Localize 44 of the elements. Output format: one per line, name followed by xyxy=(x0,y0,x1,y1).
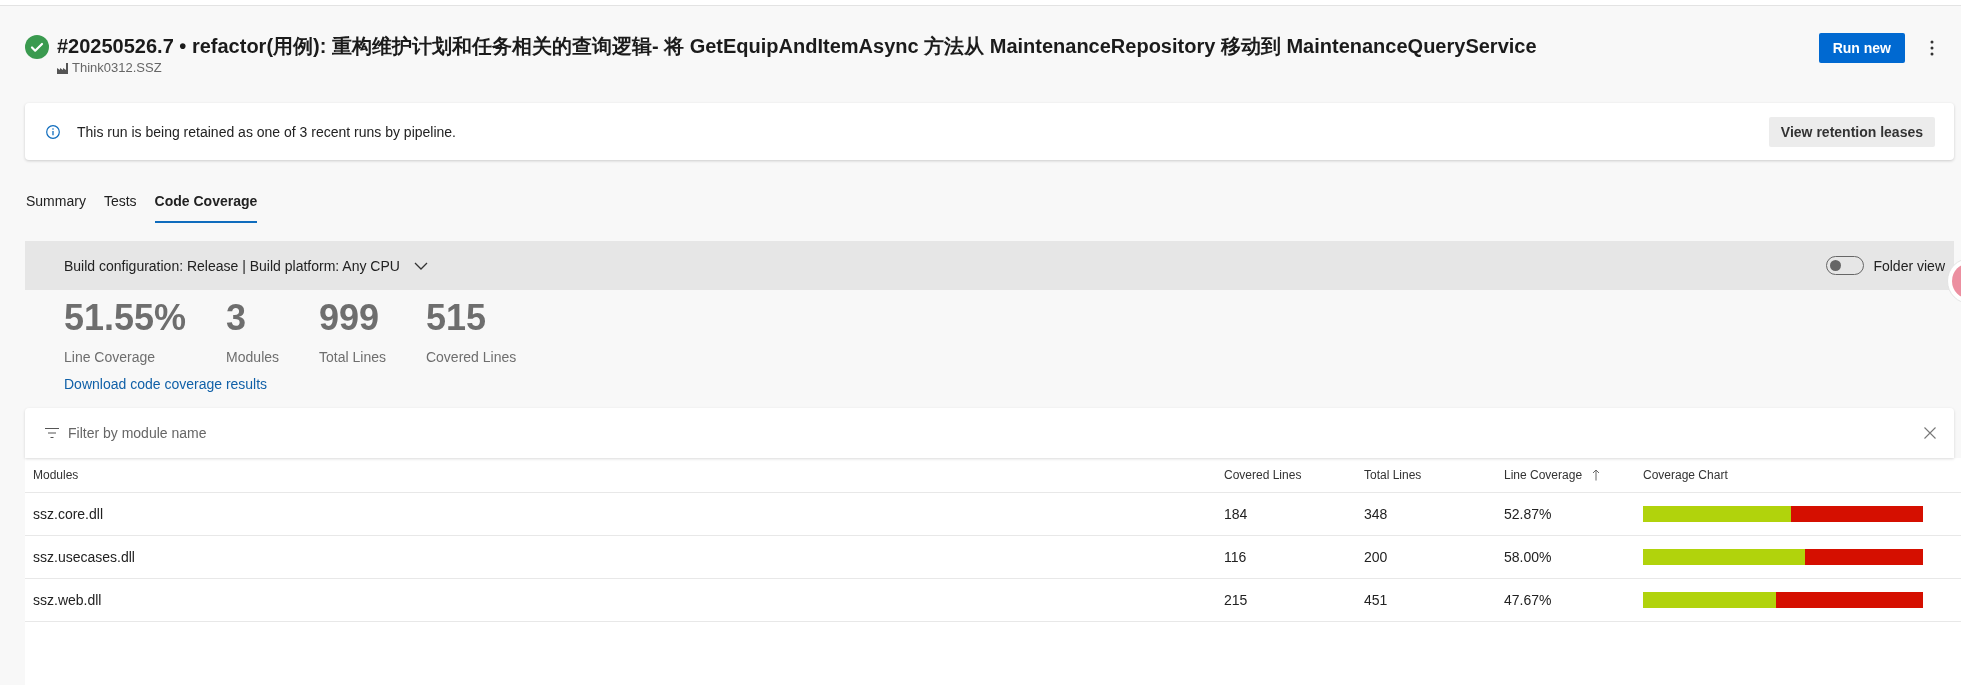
tab[interactable]: Summary xyxy=(26,191,86,223)
run-new-button[interactable]: Run new xyxy=(1818,33,1905,63)
covered-lines-value: 215 xyxy=(1224,592,1248,608)
column-header[interactable]: Modules xyxy=(33,468,79,482)
module-name: ssz.web.dll xyxy=(33,592,102,608)
filter-field[interactable]: Filter by module name xyxy=(25,408,1954,458)
total-lines-value: 451 xyxy=(1364,592,1388,608)
close-icon[interactable] xyxy=(1924,427,1936,439)
stat-label: Modules xyxy=(226,348,280,366)
tab[interactable]: Tests xyxy=(103,191,137,223)
stat-label: Covered Lines xyxy=(425,348,517,366)
stat-label: Total Lines xyxy=(319,348,386,366)
pipeline-name[interactable]: Think0312.SSZ xyxy=(72,60,162,76)
stat-value: 51.55% xyxy=(64,298,187,338)
folder-view-label: Folder view xyxy=(1873,257,1945,274)
total-lines-value: 200 xyxy=(1364,549,1388,565)
module-name: ssz.usecases.dll xyxy=(33,549,135,565)
filter-input[interactable]: Filter by module name xyxy=(68,423,1912,443)
filter-icon xyxy=(45,428,59,438)
stat-value: 515 xyxy=(425,298,487,338)
line-coverage-value: 52.87% xyxy=(1504,506,1552,522)
line-coverage-value: 47.67% xyxy=(1504,592,1552,608)
more-options-icon[interactable] xyxy=(1930,40,1934,56)
stat-value: 3 xyxy=(226,298,247,338)
module-name: ssz.core.dll xyxy=(33,506,104,522)
stat-label: Line Coverage xyxy=(64,348,156,366)
total-lines-value: 348 xyxy=(1364,506,1388,522)
chevron-down-icon xyxy=(413,261,428,270)
covered-lines-value: 184 xyxy=(1224,506,1248,522)
column-header[interactable]: Covered Lines xyxy=(1224,468,1302,482)
column-header[interactable]: Total Lines xyxy=(1364,468,1422,482)
run-title: #20250526.7 • refactor(用例): 重构维护计划和任务相关的查询逻辑- 将 GetEquipAndItemAsync 方法从 MaintenanceRepository 移动到 MaintenanceQueryService xyxy=(57,34,1538,59)
stat-value: 999 xyxy=(319,298,380,338)
column-header[interactable]: Coverage Chart xyxy=(1643,468,1728,482)
build-config-dropdown[interactable]: Build configuration: Release | Build platform: Any CPU xyxy=(64,257,428,274)
building-icon xyxy=(57,62,68,74)
info-icon xyxy=(46,124,60,139)
view-retention-leases-button[interactable]: View retention leases xyxy=(1768,116,1935,147)
covered-lines-value: 116 xyxy=(1224,549,1247,565)
line-coverage-value: 58.00% xyxy=(1504,549,1552,565)
download-results-link[interactable]: Download code coverage results xyxy=(64,375,268,393)
retention-message: This run is being retained as one of 3 recent runs by pipeline. xyxy=(77,123,457,140)
tab[interactable]: Code Coverage xyxy=(154,191,258,223)
column-header[interactable]: Line Coverage xyxy=(1504,468,1601,482)
